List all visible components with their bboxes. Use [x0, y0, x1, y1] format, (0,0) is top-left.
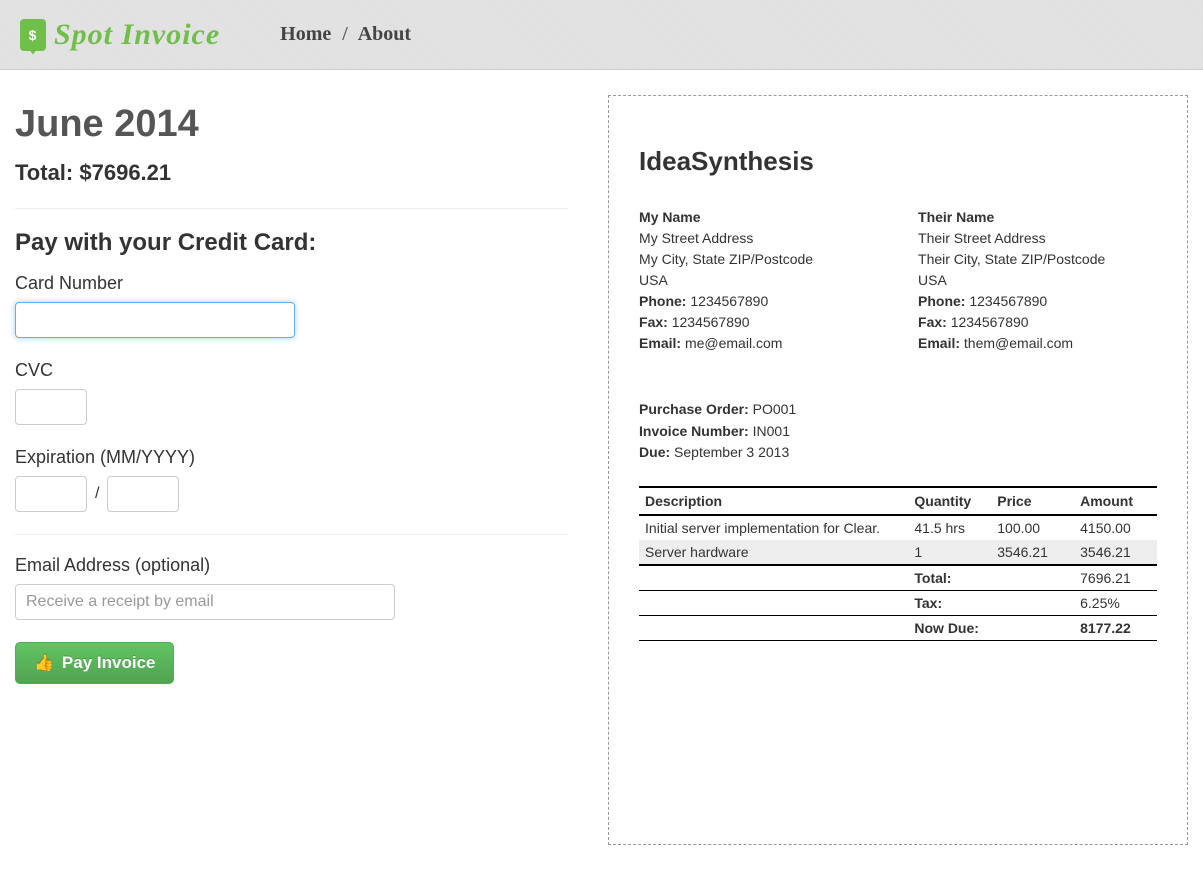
col-amount: Amount	[1074, 487, 1157, 515]
pay-invoice-button[interactable]: 👍 Pay Invoice	[15, 642, 174, 684]
line-items-table: Description Quantity Price Amount Initia…	[639, 486, 1157, 566]
total-line: Total: $7696.21	[15, 160, 568, 186]
to-phone: 1234567890	[969, 293, 1047, 309]
email-label: Email:	[918, 335, 960, 351]
email-input[interactable]	[15, 584, 395, 620]
from-name: My Name	[639, 207, 878, 228]
invnum-label: Invoice Number:	[639, 423, 749, 439]
fax-label: Fax:	[639, 314, 668, 330]
total-label: Total:	[15, 160, 73, 185]
to-address: Their Name Their Street Address Their Ci…	[918, 207, 1157, 354]
card-number-label: Card Number	[15, 273, 568, 294]
card-number-input[interactable]	[15, 302, 295, 338]
to-name: Their Name	[918, 207, 1157, 228]
divider	[15, 534, 568, 535]
logo[interactable]: Spot Invoice	[20, 18, 220, 52]
from-country: USA	[639, 270, 878, 291]
to-country: USA	[918, 270, 1157, 291]
nav-separator: /	[342, 23, 348, 45]
totals-table: Total: 7696.21 Tax: 6.25% Now Due: 8177.…	[639, 566, 1157, 641]
email-label: Email Address (optional)	[15, 555, 568, 576]
to-email: them@email.com	[964, 335, 1073, 351]
total-amount: 7696.21	[1074, 566, 1157, 591]
invnum-value: IN001	[753, 423, 790, 439]
cell-desc: Server hardware	[639, 540, 908, 565]
total-label: Total:	[908, 566, 1074, 591]
nowdue-label: Now Due:	[908, 616, 1074, 641]
thumbs-up-icon: 👍	[34, 653, 54, 673]
nowdue-amount: 8177.22	[1074, 616, 1157, 641]
invoice-preview: IdeaSynthesis My Name My Street Address …	[608, 95, 1188, 845]
logo-badge-icon	[20, 19, 46, 51]
table-row: Initial server implementation for Clear.…	[639, 515, 1157, 540]
due-value: September 3 2013	[674, 444, 789, 460]
exp-year-input[interactable]	[107, 476, 179, 512]
cell-price: 3546.21	[991, 540, 1074, 565]
cell-qty: 1	[908, 540, 991, 565]
phone-label: Phone:	[639, 293, 686, 309]
fax-label: Fax:	[918, 314, 947, 330]
to-street: Their Street Address	[918, 228, 1157, 249]
from-email: me@email.com	[685, 335, 782, 351]
cvc-label: CVC	[15, 360, 568, 381]
from-phone: 1234567890	[690, 293, 768, 309]
table-row: Server hardware 1 3546.21 3546.21	[639, 540, 1157, 565]
cell-price: 100.00	[991, 515, 1074, 540]
page-title: June 2014	[15, 103, 568, 146]
from-city: My City, State ZIP/Postcode	[639, 249, 878, 270]
divider	[15, 208, 568, 209]
cell-desc: Initial server implementation for Clear.	[639, 515, 908, 540]
col-quantity: Quantity	[908, 487, 991, 515]
from-fax: 1234567890	[672, 314, 750, 330]
to-city: Their City, State ZIP/Postcode	[918, 249, 1157, 270]
expiration-label: Expiration (MM/YYYY)	[15, 447, 568, 468]
to-fax: 1234567890	[951, 314, 1029, 330]
po-value: PO001	[753, 401, 797, 417]
from-street: My Street Address	[639, 228, 878, 249]
tax-label: Tax:	[908, 591, 1074, 616]
exp-month-input[interactable]	[15, 476, 87, 512]
email-label: Email:	[639, 335, 681, 351]
pay-section-title: Pay with your Credit Card:	[15, 229, 568, 257]
logo-text: Spot Invoice	[54, 18, 220, 52]
from-address: My Name My Street Address My City, State…	[639, 207, 878, 354]
col-price: Price	[991, 487, 1074, 515]
tax-amount: 6.25%	[1074, 591, 1157, 616]
nav: Home / About	[280, 23, 411, 46]
invoice-company: IdeaSynthesis	[639, 146, 1157, 177]
nav-about[interactable]: About	[358, 23, 411, 45]
payment-panel: June 2014 Total: $7696.21 Pay with your …	[15, 95, 578, 845]
cell-amount: 3546.21	[1074, 540, 1157, 565]
topbar: Spot Invoice Home / About	[0, 0, 1203, 70]
exp-separator: /	[95, 485, 99, 503]
phone-label: Phone:	[918, 293, 965, 309]
cell-amount: 4150.00	[1074, 515, 1157, 540]
col-description: Description	[639, 487, 908, 515]
due-label: Due:	[639, 444, 670, 460]
nav-home[interactable]: Home	[280, 23, 331, 45]
cvc-input[interactable]	[15, 389, 87, 425]
total-value: $7696.21	[79, 160, 171, 185]
invoice-meta: Purchase Order: PO001 Invoice Number: IN…	[639, 399, 1157, 464]
cell-qty: 41.5 hrs	[908, 515, 991, 540]
pay-button-label: Pay Invoice	[62, 653, 156, 673]
po-label: Purchase Order:	[639, 401, 749, 417]
